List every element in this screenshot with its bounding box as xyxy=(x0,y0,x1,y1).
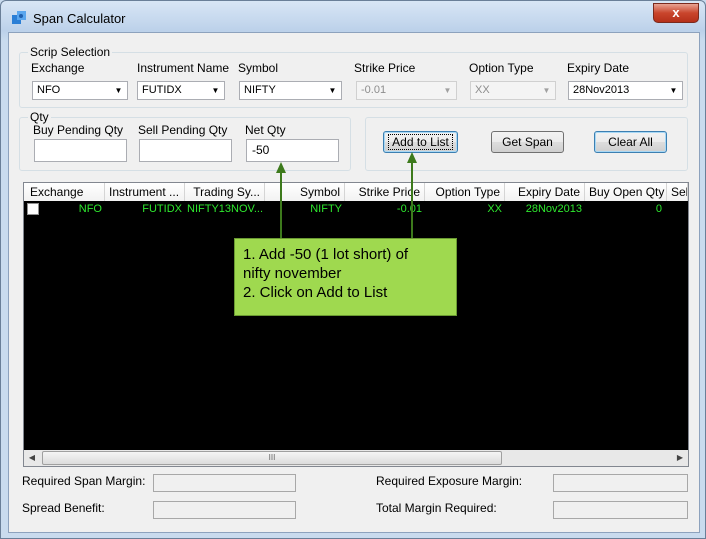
arrowhead-add-button xyxy=(407,152,417,163)
arrowhead-net-qty xyxy=(276,162,286,173)
annotation-arrows xyxy=(276,152,417,238)
span-calculator-window: Span Calculator x Scrip Selection Exchan… xyxy=(0,0,706,539)
